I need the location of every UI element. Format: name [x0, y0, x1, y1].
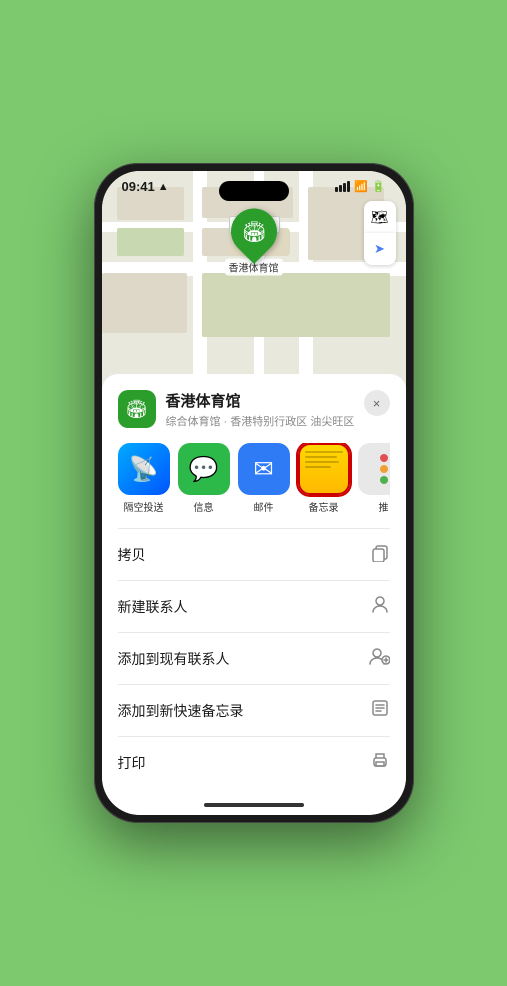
copy-icon	[370, 542, 390, 567]
map-area[interactable]: 南口 南口 🏟 香港体育馆 🗺 ➤	[102, 171, 406, 374]
color-dot-orange	[380, 465, 388, 473]
person-add-icon	[368, 646, 390, 671]
action-add-existing[interactable]: 添加到现有联系人	[118, 633, 390, 685]
notes-lines	[305, 451, 343, 468]
pin-circle: 🏟	[221, 199, 286, 264]
color-dot-red	[380, 454, 388, 462]
action-copy-label: 拷贝	[118, 545, 146, 565]
bottom-sheet: 🏟 香港体育馆 综合体育馆 · 香港特别行政区 油尖旺区 × 📡 隔空投送	[102, 374, 406, 795]
more-colors	[380, 454, 388, 484]
venue-stadium-icon: 🏟	[125, 399, 148, 420]
home-indicator	[102, 795, 406, 815]
location-arrow-icon: ➤	[374, 241, 385, 257]
phone-frame: 09:41 ▲ 📶 🔋	[94, 163, 414, 823]
venue-header: 🏟 香港体育馆 综合体育馆 · 香港特别行政区 油尖旺区 ×	[118, 390, 390, 429]
more-icon	[358, 443, 390, 495]
notes-icon	[298, 443, 350, 495]
close-button[interactable]: ×	[364, 390, 390, 416]
signal-bars-icon	[335, 181, 350, 192]
airdrop-icon: 📡	[118, 443, 170, 495]
location-arrow-icon: ▲	[158, 181, 169, 193]
more-label: 推	[379, 499, 389, 514]
location-button[interactable]: ➤	[364, 233, 396, 265]
action-add-notes[interactable]: 添加到新快速备忘录	[118, 685, 390, 737]
mail-symbol: ✉	[253, 455, 273, 484]
messages-label: 信息	[194, 499, 214, 514]
map-layers-button[interactable]: 🗺	[364, 201, 396, 233]
status-time: 09:41	[122, 179, 155, 194]
venue-icon: 🏟	[118, 390, 156, 428]
messages-icon: 💬	[178, 443, 230, 495]
home-bar	[204, 803, 304, 807]
share-item-notes[interactable]: 备忘录	[298, 443, 350, 514]
share-item-mail[interactable]: ✉ 邮件	[238, 443, 290, 514]
phone-screen: 09:41 ▲ 📶 🔋	[102, 171, 406, 815]
share-row: 📡 隔空投送 💬 信息 ✉ 邮件	[118, 443, 390, 514]
notes-add-icon	[370, 698, 390, 723]
airdrop-label: 隔空投送	[124, 499, 164, 514]
map-layers-icon: 🗺	[371, 209, 389, 226]
action-new-contact[interactable]: 新建联系人	[118, 581, 390, 633]
action-add-existing-label: 添加到现有联系人	[118, 649, 230, 669]
color-dot-green	[380, 476, 388, 484]
battery-icon: 🔋	[372, 180, 386, 193]
stadium-icon: 🏟	[241, 219, 266, 244]
print-icon	[370, 750, 390, 775]
venue-info: 香港体育馆 综合体育馆 · 香港特别行政区 油尖旺区	[166, 390, 364, 429]
dynamic-island	[219, 181, 289, 201]
mail-label: 邮件	[254, 499, 274, 514]
action-print-label: 打印	[118, 753, 146, 773]
wifi-icon: 📶	[354, 180, 368, 193]
notes-label: 备忘录	[309, 499, 339, 514]
action-copy[interactable]: 拷贝	[118, 529, 390, 581]
share-item-more[interactable]: 推	[358, 443, 390, 514]
person-icon	[370, 594, 390, 619]
action-print[interactable]: 打印	[118, 737, 390, 779]
mail-icon: ✉	[238, 443, 290, 495]
location-pin: 🏟 香港体育馆	[225, 209, 283, 276]
venue-subtitle: 综合体育馆 · 香港特别行政区 油尖旺区	[166, 413, 364, 429]
share-item-messages[interactable]: 💬 信息	[178, 443, 230, 514]
action-add-notes-label: 添加到新快速备忘录	[118, 701, 244, 721]
close-icon: ×	[373, 396, 381, 411]
action-list: 拷贝 新建联系人	[118, 528, 390, 779]
status-icons: 📶 🔋	[335, 180, 385, 193]
share-item-airdrop[interactable]: 📡 隔空投送	[118, 443, 170, 514]
venue-name: 香港体育馆	[166, 390, 364, 411]
airdrop-symbol: 📡	[129, 455, 159, 484]
action-new-contact-label: 新建联系人	[118, 597, 188, 617]
messages-symbol: 💬	[189, 455, 219, 484]
map-controls: 🗺 ➤	[364, 201, 396, 265]
